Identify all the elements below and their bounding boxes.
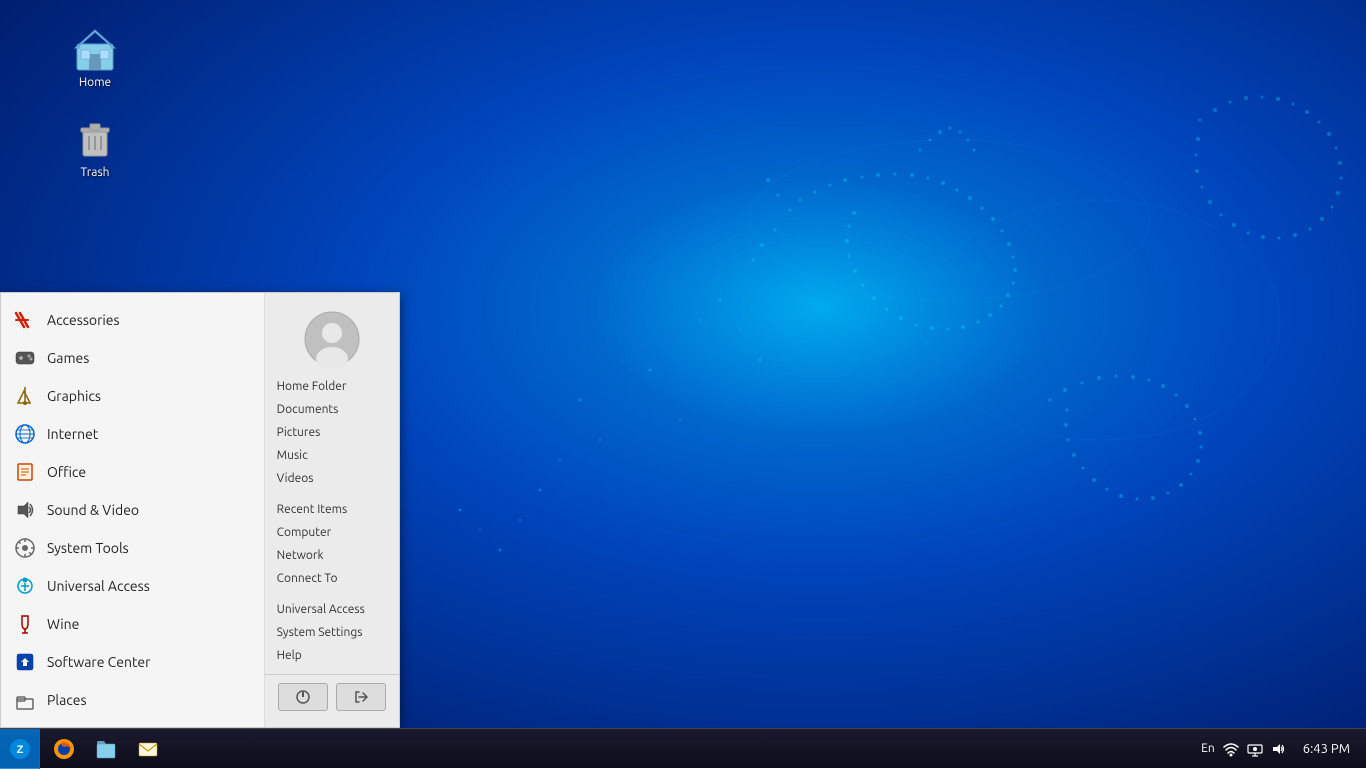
menu-item-wine[interactable]: Wine	[1, 605, 264, 643]
graphics-label: Graphics	[47, 388, 101, 404]
office-icon	[13, 460, 37, 484]
home-icon-label: Home	[79, 76, 111, 89]
menu-item-universal-access[interactable]: Universal Access	[1, 567, 264, 605]
places-label: Places	[47, 692, 87, 708]
menu-item-system-tools[interactable]: System Tools	[1, 529, 264, 567]
sound-video-icon	[13, 498, 37, 522]
software-center-label: Software Center	[47, 654, 150, 670]
menu-right-home-folder[interactable]: Home Folder	[265, 375, 399, 398]
menu-item-accessories[interactable]: Accessories	[1, 301, 264, 339]
sound-video-label: Sound & Video	[47, 502, 139, 518]
language-label: En	[1201, 742, 1215, 755]
logout-button[interactable]	[336, 683, 386, 711]
taskbar-apps	[40, 731, 1193, 767]
graphics-icon	[13, 384, 37, 408]
desktop: Home Trash	[0, 0, 1366, 768]
trash-icon-label: Trash	[80, 166, 109, 179]
menu-right-recent-items[interactable]: Recent Items	[265, 498, 399, 521]
mail-icon	[136, 737, 160, 761]
taskbar-firefox[interactable]	[44, 731, 84, 767]
office-label: Office	[47, 464, 86, 480]
logout-icon	[353, 689, 369, 705]
menu-item-graphics[interactable]: Graphics	[1, 377, 264, 415]
menu-item-office[interactable]: Office	[1, 453, 264, 491]
user-avatar	[304, 311, 360, 367]
taskbar: Z	[0, 728, 1366, 768]
universal-access-label: Universal Access	[47, 578, 150, 594]
menu-right-system-settings[interactable]: System Settings	[265, 621, 399, 644]
start-button[interactable]: Z	[0, 729, 40, 769]
tray-clock[interactable]: 6:43 PM	[1295, 742, 1358, 756]
shutdown-icon	[295, 689, 311, 705]
menu-categories-panel: Accessories Games	[1, 293, 265, 727]
separator-2	[265, 590, 399, 598]
places-icon	[13, 688, 37, 712]
menu-item-internet[interactable]: Internet	[1, 415, 264, 453]
volume-icon	[1271, 741, 1287, 757]
games-icon	[13, 346, 37, 370]
menu-item-places[interactable]: Places	[1, 681, 264, 719]
menu-item-games[interactable]: Games	[1, 339, 264, 377]
start-logo-icon: Z	[8, 737, 32, 761]
home-desktop-icon[interactable]: Home	[55, 20, 135, 93]
power-buttons-container	[265, 674, 399, 719]
separator-1	[265, 490, 399, 498]
svg-text:Z: Z	[16, 744, 23, 756]
wine-icon	[13, 612, 37, 636]
internet-icon	[13, 422, 37, 446]
menu-right-computer[interactable]: Computer	[265, 521, 399, 544]
network-icon	[1247, 741, 1263, 757]
firefox-icon	[52, 737, 76, 761]
internet-label: Internet	[47, 426, 98, 442]
system-tools-label: System Tools	[47, 540, 129, 556]
wifi-icon	[1223, 741, 1239, 757]
software-center-icon	[13, 650, 37, 674]
trash-desktop-icon[interactable]: Trash	[55, 110, 135, 183]
menu-right-documents[interactable]: Documents	[265, 398, 399, 421]
accessories-label: Accessories	[47, 312, 120, 328]
games-label: Games	[47, 350, 89, 366]
universal-access-icon	[13, 574, 37, 598]
menu-item-software-center[interactable]: Software Center	[1, 643, 264, 681]
language-indicator[interactable]: En	[1201, 742, 1215, 755]
files-icon	[94, 737, 118, 761]
shutdown-button[interactable]	[278, 683, 328, 711]
menu-right-pictures[interactable]: Pictures	[265, 421, 399, 444]
system-tools-icon	[13, 536, 37, 560]
wine-label: Wine	[47, 616, 79, 632]
volume-tray-icon[interactable]	[1271, 741, 1287, 757]
start-menu: Accessories Games	[0, 292, 400, 728]
wifi-tray-icon[interactable]	[1223, 741, 1239, 757]
taskbar-files[interactable]	[86, 731, 126, 767]
menu-right-music[interactable]: Music	[265, 444, 399, 467]
menu-places-panel: Home Folder Documents Pictures Music Vid…	[265, 293, 399, 727]
clock-time: 6:43 PM	[1303, 742, 1350, 756]
taskbar-tray: En	[1193, 729, 1366, 768]
menu-right-connect-to[interactable]: Connect To	[265, 567, 399, 590]
network-tray-icon[interactable]	[1247, 741, 1263, 757]
menu-right-videos[interactable]: Videos	[265, 467, 399, 490]
accessories-icon	[13, 308, 37, 332]
menu-item-sound-video[interactable]: Sound & Video	[1, 491, 264, 529]
menu-right-network[interactable]: Network	[265, 544, 399, 567]
taskbar-mail[interactable]	[128, 731, 168, 767]
menu-right-universal-access[interactable]: Universal Access	[265, 598, 399, 621]
menu-right-help[interactable]: Help	[265, 644, 399, 667]
user-avatar-container	[265, 301, 399, 375]
